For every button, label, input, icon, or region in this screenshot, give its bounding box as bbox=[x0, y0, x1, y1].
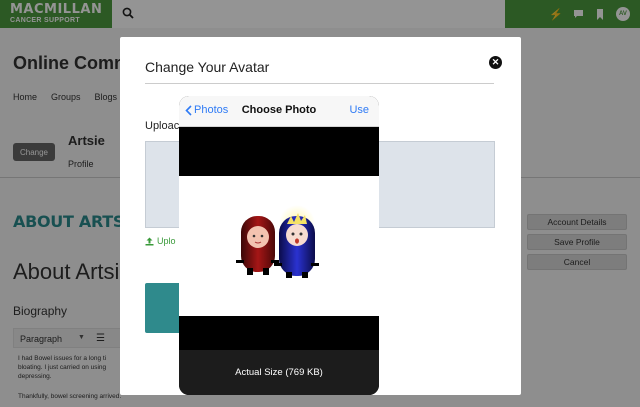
back-label: Photos bbox=[194, 104, 229, 116]
photo-picker: Choose Photo Photos Use Actual Size (769… bbox=[179, 96, 379, 395]
close-icon[interactable]: ✕ bbox=[489, 56, 502, 69]
photo-image bbox=[236, 205, 319, 278]
upload-link[interactable]: Uplo bbox=[145, 236, 176, 246]
size-option[interactable]: Actual Size (769 KB) bbox=[179, 367, 379, 378]
modal-title: Change Your Avatar bbox=[145, 59, 270, 75]
modal-divider bbox=[145, 83, 494, 84]
picker-header: Choose Photo Photos Use bbox=[179, 96, 379, 127]
photos-back-button[interactable]: Photos bbox=[185, 104, 228, 116]
selected-photo bbox=[179, 176, 379, 316]
photo-letterbox-top bbox=[179, 127, 379, 176]
picker-footer: Actual Size (769 KB) bbox=[179, 350, 379, 395]
chevron-left-icon bbox=[185, 104, 192, 116]
upload-link-label: Uplo bbox=[157, 236, 176, 246]
upload-icon bbox=[145, 237, 154, 245]
photo-letterbox-bottom bbox=[179, 316, 379, 350]
use-button[interactable]: Use bbox=[349, 104, 369, 116]
upload-label: Uploac bbox=[145, 120, 180, 132]
